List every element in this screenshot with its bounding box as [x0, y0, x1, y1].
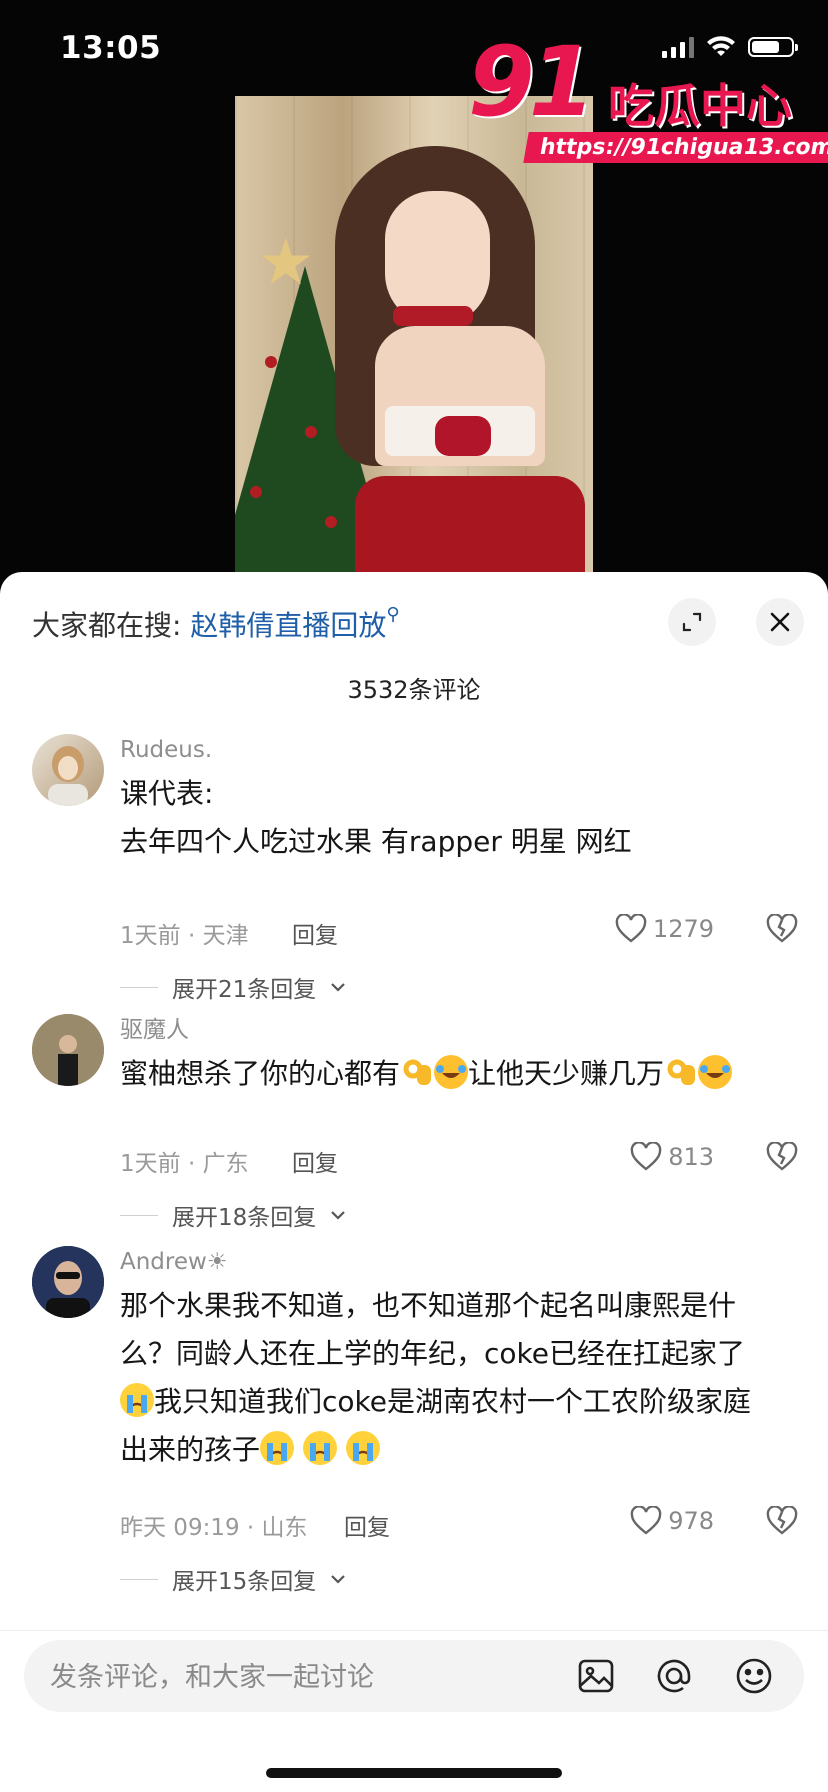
hot-search-keyword[interactable]: 赵韩倩直播回放 — [190, 609, 386, 642]
image-icon[interactable] — [576, 1656, 616, 1696]
expand-replies-label: 展开15条回复 — [172, 1569, 317, 1595]
expand-replies-button[interactable]: 展开15条回复 — [120, 1562, 346, 1596]
comment-meta: 1天前 · 广东 — [120, 1151, 249, 1177]
comment-line: 那个水果我不知道，也不知道那个起名叫康熙是什 — [120, 1289, 737, 1322]
comment-line: 出来的孩子 — [120, 1426, 800, 1474]
laughing-crying-emoji — [698, 1055, 733, 1089]
comment-text-part: 蜜柚想杀了你的心都有 — [120, 1057, 401, 1090]
emoji-icon[interactable] — [734, 1656, 774, 1696]
signal-icon — [662, 36, 694, 58]
video-player[interactable]: ★ — [235, 96, 593, 572]
like-count: 813 — [668, 1143, 714, 1171]
comment-line: 去年四个人吃过水果 有rapper 明星 网红 — [120, 825, 632, 858]
status-icons — [662, 36, 798, 58]
like-button[interactable]: 1279 — [615, 914, 714, 944]
heart-icon — [630, 1142, 662, 1171]
heart-icon — [615, 914, 647, 943]
comment-text: 蜜柚想杀了你的心都有 让他天少赚几万 — [120, 1050, 800, 1098]
chevron-down-icon — [331, 1211, 346, 1220]
at-icon[interactable] — [654, 1656, 694, 1696]
crying-emoji — [345, 1431, 380, 1465]
reply-button[interactable]: 回复 — [344, 1508, 390, 1542]
broken-heart-icon[interactable] — [766, 1142, 798, 1172]
hot-search[interactable]: 大家都在搜: 赵韩倩直播回放⚲ — [32, 604, 400, 644]
ok-hand-emoji — [400, 1055, 434, 1089]
crying-emoji — [302, 1431, 337, 1465]
comment-item: 驱魔人 蜜柚想杀了你的心都有 让他天少赚几万 1天前 · 广东 回复 813 展开… — [0, 1014, 828, 1231]
expand-button[interactable] — [668, 598, 716, 646]
expand-replies-label: 展开18条回复 — [172, 1205, 317, 1231]
comment-line: 课代表: — [120, 777, 214, 810]
like-count: 1279 — [652, 915, 714, 943]
chevron-down-icon — [331, 983, 346, 992]
watermark-url: https://91chigua13.com — [523, 132, 828, 163]
watermark-number: 91 — [468, 26, 596, 138]
comment-item: Andrew☀ 那个水果我不知道，也不知道那个起名叫康熙是什 么？同龄人还在上学… — [0, 1246, 828, 1595]
comment-input[interactable] — [48, 1640, 552, 1714]
close-icon — [770, 612, 790, 632]
home-indicator[interactable] — [266, 1768, 562, 1778]
expand-replies-label: 展开21条回复 — [172, 977, 317, 1003]
reply-button[interactable]: 回复 — [292, 1144, 338, 1178]
broken-heart-icon[interactable] — [766, 914, 798, 944]
heart-icon — [630, 1506, 662, 1535]
battery-icon — [748, 37, 798, 57]
like-count: 978 — [668, 1507, 714, 1535]
avatar[interactable] — [32, 1246, 104, 1318]
comment-line: 么？同龄人还在上学的年纪，coke已经在扛起家了 — [120, 1337, 745, 1370]
comment-meta: 昨天 09:19 · 山东 — [120, 1515, 308, 1541]
crying-emoji — [260, 1431, 295, 1465]
search-icon: ⚲ — [386, 604, 400, 625]
comment-line: 我只知道我们coke是湖南农村一个工农阶级家庭 — [120, 1378, 800, 1426]
comment-text: 课代表: 去年四个人吃过水果 有rapper 明星 网红 — [120, 770, 800, 866]
comment-item: Rudeus. 课代表: 去年四个人吃过水果 有rapper 明星 网红 1天前… — [0, 734, 828, 1003]
close-button[interactable] — [756, 598, 804, 646]
divider — [0, 1630, 828, 1631]
comment-sheet: 大家都在搜: 赵韩倩直播回放⚲ 3532条评论 Rudeus. 课代表: 去年四… — [0, 572, 828, 1792]
like-button[interactable]: 813 — [630, 1142, 714, 1172]
broken-heart-icon[interactable] — [766, 1506, 798, 1536]
comment-text-part: 出来的孩子 — [120, 1433, 261, 1466]
comment-count: 3532条评论 — [347, 676, 481, 704]
wifi-icon — [707, 36, 735, 56]
avatar[interactable] — [32, 734, 104, 806]
watermark-text: 吃瓜中心 — [608, 79, 792, 133]
comment-input-bar[interactable] — [24, 1640, 804, 1714]
chevron-down-icon — [331, 1575, 346, 1584]
expand-replies-button[interactable]: 展开18条回复 — [120, 1198, 346, 1232]
laughing-crying-emoji — [434, 1055, 469, 1089]
comment-username[interactable]: Andrew☀ — [120, 1246, 800, 1278]
expand-icon — [682, 612, 702, 632]
expand-replies-button[interactable]: 展开21条回复 — [120, 970, 346, 1004]
crying-emoji — [120, 1383, 154, 1417]
reply-button[interactable]: 回复 — [292, 916, 338, 950]
star-ornament: ★ — [257, 226, 315, 300]
like-button[interactable]: 978 — [630, 1506, 714, 1536]
avatar[interactable] — [32, 1014, 104, 1086]
comment-username[interactable]: 驱魔人 — [120, 1014, 800, 1046]
comment-text-part: 我只知道我们coke是湖南农村一个工农阶级家庭 — [154, 1385, 751, 1418]
comment-text-part: 让他天少赚几万 — [468, 1057, 665, 1090]
comment-text: 那个水果我不知道，也不知道那个起名叫康熙是什 么？同龄人还在上学的年纪，coke… — [120, 1282, 800, 1474]
status-time: 13:05 — [60, 30, 162, 66]
comment-meta: 1天前 · 天津 — [120, 923, 249, 949]
ok-hand-emoji — [664, 1055, 698, 1089]
comment-username[interactable]: Rudeus. — [120, 734, 800, 766]
hot-search-prefix: 大家都在搜: — [32, 609, 191, 642]
